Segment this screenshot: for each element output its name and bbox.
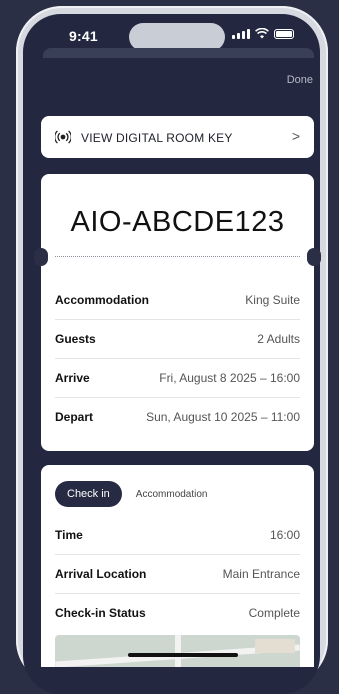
row-value: Fri, August 8 2025 – 16:00 [159, 371, 300, 385]
row-value: King Suite [245, 293, 300, 307]
view-room-key-button[interactable]: VIEW DIGITAL ROOM KEY > [41, 116, 314, 158]
battery-icon [274, 28, 294, 39]
status-icons [232, 28, 294, 39]
booking-row-accommodation: Accommodation King Suite [55, 281, 300, 319]
perforation-divider [55, 256, 300, 257]
row-label: Depart [55, 410, 94, 424]
booking-card: AIO-ABCDE123 Accommodation King Suite Gu… [34, 174, 321, 451]
sheet-background [43, 48, 314, 58]
tab-accommodation[interactable]: Accommodation [132, 482, 212, 507]
row-label: Check-in Status [55, 606, 146, 620]
signal-icon [232, 28, 250, 39]
map-road [175, 635, 181, 667]
row-label: Arrival Location [55, 567, 147, 581]
booking-code: AIO-ABCDE123 [70, 206, 285, 238]
row-value: Complete [248, 606, 300, 620]
ticket-notch-right [307, 248, 321, 266]
row-label: Guests [55, 332, 96, 346]
detail-row-checkin-status: Check-in Status Complete [55, 594, 300, 632]
done-button[interactable]: Done [287, 74, 313, 86]
row-value: 2 Adults [257, 332, 300, 346]
nfc-key-icon [55, 130, 71, 144]
row-label: Accommodation [55, 293, 150, 307]
map-building [255, 639, 295, 653]
chevron-right-icon: > [291, 128, 300, 144]
row-label: Time [55, 528, 83, 542]
home-indicator[interactable] [128, 653, 238, 657]
checkin-details-card: Check in Accommodation Time 16:00 Arriva… [41, 465, 314, 667]
row-value: Sun, August 10 2025 – 11:00 [146, 410, 300, 424]
dynamic-island [129, 23, 225, 51]
tab-check-in[interactable]: Check in [55, 481, 122, 507]
booking-row-depart: Depart Sun, August 10 2025 – 11:00 [55, 398, 300, 436]
tab-bar: Check in Accommodation [55, 481, 212, 507]
map-preview[interactable] [55, 635, 300, 667]
status-time: 9:41 [69, 28, 98, 44]
room-key-label: VIEW DIGITAL ROOM KEY [81, 131, 233, 145]
wifi-icon [255, 28, 269, 39]
detail-row-time: Time 16:00 [55, 516, 300, 554]
booking-row-guests: Guests 2 Adults [55, 320, 300, 358]
row-label: Arrive [55, 371, 90, 385]
row-value: 16:00 [269, 528, 300, 542]
row-value: Main Entrance [222, 567, 300, 581]
ticket-notch-left [34, 248, 48, 266]
booking-row-arrive: Arrive Fri, August 8 2025 – 16:00 [55, 359, 300, 397]
detail-row-arrival-location: Arrival Location Main Entrance [55, 555, 300, 593]
